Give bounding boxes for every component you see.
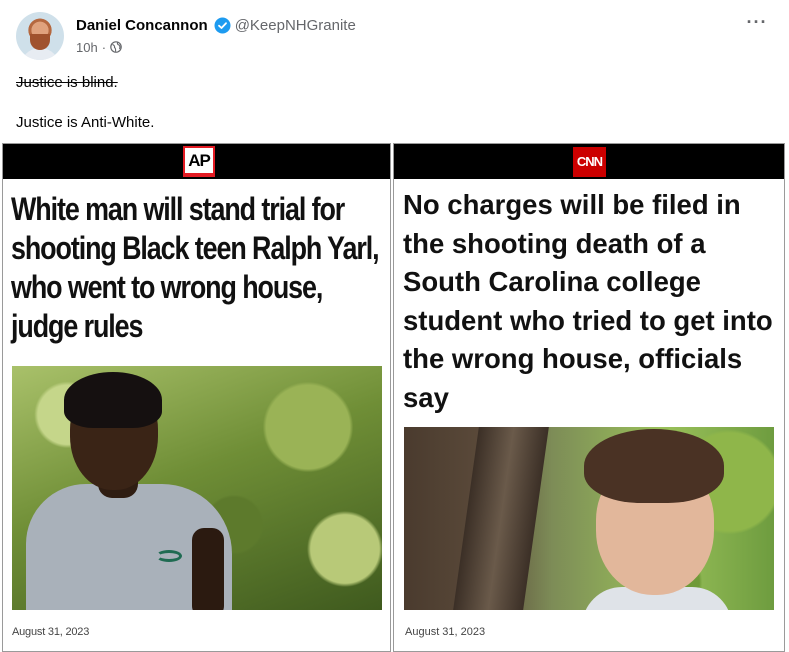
cnn-panel-topbar: CNN [394, 144, 784, 179]
ap-panel: AP White man will stand trial for shooti… [2, 143, 391, 652]
avatar[interactable] [16, 12, 64, 60]
photo-arm [192, 528, 224, 610]
ap-photo [12, 366, 382, 610]
ap-date: August 31, 2023 [12, 626, 90, 638]
ap-panel-topbar: AP [3, 144, 390, 179]
photo-shirt-logo [156, 550, 182, 562]
post-text: Justice is blind. Justice is Anti-White. [16, 73, 154, 133]
cnn-photo [404, 427, 774, 610]
ap-logo: AP [183, 146, 215, 177]
post-meta: 10h · [76, 39, 122, 55]
ap-headline: White man will stand trial for shooting … [11, 191, 380, 344]
post-text-strikethrough: Justice is blind. [16, 74, 118, 91]
cnn-date: August 31, 2023 [405, 626, 486, 638]
avatar-beard [30, 34, 50, 50]
photo-hair [584, 429, 724, 503]
globe-icon [110, 41, 122, 53]
author-name[interactable]: Daniel Concannon [76, 17, 208, 34]
post-time[interactable]: 10h [76, 40, 98, 55]
post-header: Daniel Concannon @KeepNHGranite 10h · ··… [0, 0, 789, 64]
cnn-headline: No charges will be filed in the shooting… [403, 189, 773, 413]
post-text-line2: Justice is Anti-White. [16, 114, 155, 131]
verified-icon [214, 17, 231, 34]
cnn-logo: CNN [573, 147, 606, 177]
cnn-panel: CNN No charges will be filed in the shoo… [393, 143, 785, 652]
photo-tree-trunk [453, 427, 549, 610]
author-line: Daniel Concannon @KeepNHGranite [76, 15, 356, 35]
photo-hair [64, 372, 162, 428]
meme-image[interactable]: AP White man will stand trial for shooti… [0, 143, 785, 652]
meta-separator: · [101, 39, 107, 55]
more-options-icon[interactable]: ··· [745, 12, 769, 36]
author-handle[interactable]: @KeepNHGranite [235, 17, 356, 34]
